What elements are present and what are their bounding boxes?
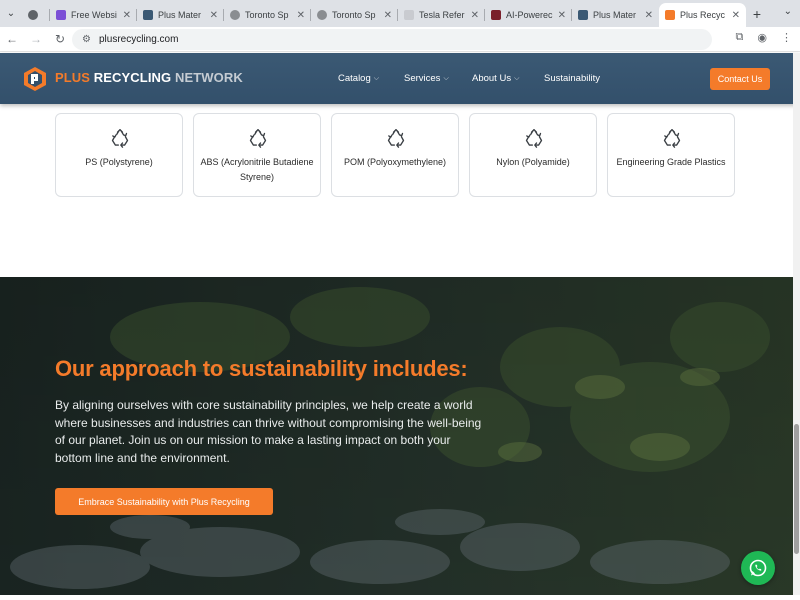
material-card-label: ABS (Acrylonitrile Butadiene Styrene) xyxy=(200,157,314,182)
tab-title: Toronto Sp xyxy=(332,10,376,20)
whatsapp-icon xyxy=(749,559,767,577)
sustainability-hero: Our approach to sustainability includes:… xyxy=(0,277,800,595)
plus-recycling-logo[interactable] xyxy=(22,66,48,92)
tab-title: Plus Mater xyxy=(158,10,202,20)
material-card[interactable]: POM (Polyoxymethylene) xyxy=(331,113,459,197)
tab-title: Plus Recyc xyxy=(680,10,726,20)
brand-plus: PLUS xyxy=(55,70,91,85)
close-icon[interactable]: ✕ xyxy=(210,10,218,21)
recycle-icon xyxy=(387,129,405,148)
nav-about-us-label: About Us xyxy=(472,73,512,84)
hero-description: By aligning ourselves with core sustaina… xyxy=(55,398,482,465)
close-icon[interactable]: ✕ xyxy=(558,10,566,21)
tab-favicon-icon xyxy=(404,10,414,20)
site-header: PLUS RECYCLING NETWORK Catalog ⌵ Services… xyxy=(0,53,800,104)
tab-favicon-icon xyxy=(317,10,327,20)
address-bar[interactable]: ⚙ plusrecycling.com xyxy=(72,29,712,50)
nav-catalog-label: Catalog xyxy=(338,73,371,84)
brand-recycling: RECYCLING xyxy=(90,70,172,85)
tab-title: AI-Powerec xyxy=(506,10,553,20)
browser-tab[interactable]: Plus Mater ✕ xyxy=(137,3,224,27)
chevron-down-icon: ⌵ xyxy=(443,74,449,82)
chevron-down-icon: ⌵ xyxy=(514,74,520,82)
reload-button[interactable]: ↻ xyxy=(48,32,72,46)
url-text: plusrecycling.com xyxy=(98,34,179,45)
browser-tab[interactable]: Plus Mater ✕ xyxy=(572,3,659,27)
embrace-sustainability-button[interactable]: Embrace Sustainability with Plus Recycli… xyxy=(55,488,273,515)
back-button[interactable]: ← xyxy=(0,32,24,46)
material-card[interactable]: Nylon (Polyamide) xyxy=(469,113,597,197)
toolbar-actions: ⧉ ◉ ⋮ xyxy=(736,31,792,44)
chevron-down-icon[interactable]: ⌄ xyxy=(784,6,792,17)
nav-services-label: Services xyxy=(404,73,441,84)
close-icon[interactable]: ✕ xyxy=(297,10,305,21)
tab-favicon-icon xyxy=(578,10,588,20)
nav-services[interactable]: Services ⌵ xyxy=(404,73,449,84)
brand-name[interactable]: PLUS RECYCLING NETWORK xyxy=(55,70,243,85)
page-scrollbar-thumb[interactable] xyxy=(794,424,799,554)
new-tab-button[interactable]: + xyxy=(746,6,768,22)
close-icon[interactable]: ✕ xyxy=(123,10,131,21)
tab-favicon-icon xyxy=(143,10,153,20)
tab-strip: Free Websi ✕ Plus Mater ✕ Toronto Sp ✕ Toronto… xyxy=(22,0,746,27)
browser-tab-bar: ⌄ Free Websi ✕ Plus Mater ✕ Toronto Sp ✕ Toron… xyxy=(0,0,800,27)
tab-title: Free Websi xyxy=(71,10,117,20)
close-icon[interactable]: ✕ xyxy=(732,10,740,21)
close-icon[interactable]: ✕ xyxy=(471,10,479,21)
browser-tab[interactable]: Free Websi ✕ xyxy=(50,3,137,27)
whatsapp-chat-button[interactable] xyxy=(741,551,775,585)
tab-favicon-icon xyxy=(28,10,38,20)
recycle-icon xyxy=(525,129,543,148)
nav-sustainability-label: Sustainability xyxy=(544,73,600,84)
browser-tab[interactable]: AI-Powerec ✕ xyxy=(485,3,572,27)
page-bottom-edge xyxy=(0,595,800,600)
material-card-label: Engineering Grade Plastics xyxy=(616,157,726,167)
recycle-icon xyxy=(249,129,267,148)
tab-favicon-icon xyxy=(665,10,675,20)
menu-icon[interactable]: ⋮ xyxy=(781,31,792,44)
browser-tab[interactable]: Tesla Refer ✕ xyxy=(398,3,485,27)
tab-favicon-icon xyxy=(230,10,240,20)
material-card[interactable]: Engineering Grade Plastics xyxy=(607,113,735,197)
nav-catalog[interactable]: Catalog ⌵ xyxy=(338,73,379,84)
recycle-icon xyxy=(663,129,681,148)
chevron-down-icon: ⌵ xyxy=(373,74,380,82)
site-info-icon[interactable]: ⚙ xyxy=(82,34,91,45)
browser-tab[interactable] xyxy=(22,3,50,27)
material-card-label: PS (Polystyrene) xyxy=(85,157,153,167)
recycle-icon xyxy=(111,129,129,148)
browser-tab[interactable]: Plus Recyc ✕ xyxy=(659,3,746,27)
brand-network: NETWORK xyxy=(171,70,243,85)
material-card[interactable]: ABS (Acrylonitrile Butadiene Styrene) xyxy=(193,113,321,197)
close-icon[interactable]: ✕ xyxy=(384,10,392,21)
tab-title: Tesla Refer xyxy=(419,10,465,20)
tab-favicon-icon xyxy=(56,10,66,20)
tab-title: Toronto Sp xyxy=(245,10,289,20)
tab-title: Plus Mater xyxy=(593,10,637,20)
close-icon[interactable]: ✕ xyxy=(645,10,653,21)
tab-favicon-icon xyxy=(491,10,501,20)
tab-search-icon[interactable]: ⌄ xyxy=(0,0,22,27)
browser-tab[interactable]: Toronto Sp ✕ xyxy=(224,3,311,27)
contact-us-button[interactable]: Contact Us xyxy=(710,68,770,90)
nav-about-us[interactable]: About Us ⌵ xyxy=(472,73,519,84)
material-card[interactable]: PS (Polystyrene) xyxy=(55,113,183,197)
extensions-icon[interactable]: ⧉ xyxy=(736,31,744,44)
browser-toolbar: ← → ↻ ⚙ plusrecycling.com ⧉ ◉ ⋮ xyxy=(0,27,800,52)
forward-button[interactable]: → xyxy=(24,32,48,46)
material-card-label: POM (Polyoxymethylene) xyxy=(343,157,447,167)
browser-tab[interactable]: Toronto Sp ✕ xyxy=(311,3,398,27)
profile-icon[interactable]: ◉ xyxy=(757,31,767,44)
material-card-label: Nylon (Polyamide) xyxy=(496,157,570,167)
nav-sustainability[interactable]: Sustainability xyxy=(544,73,600,84)
hero-title: Our approach to sustainability includes: xyxy=(55,356,468,381)
